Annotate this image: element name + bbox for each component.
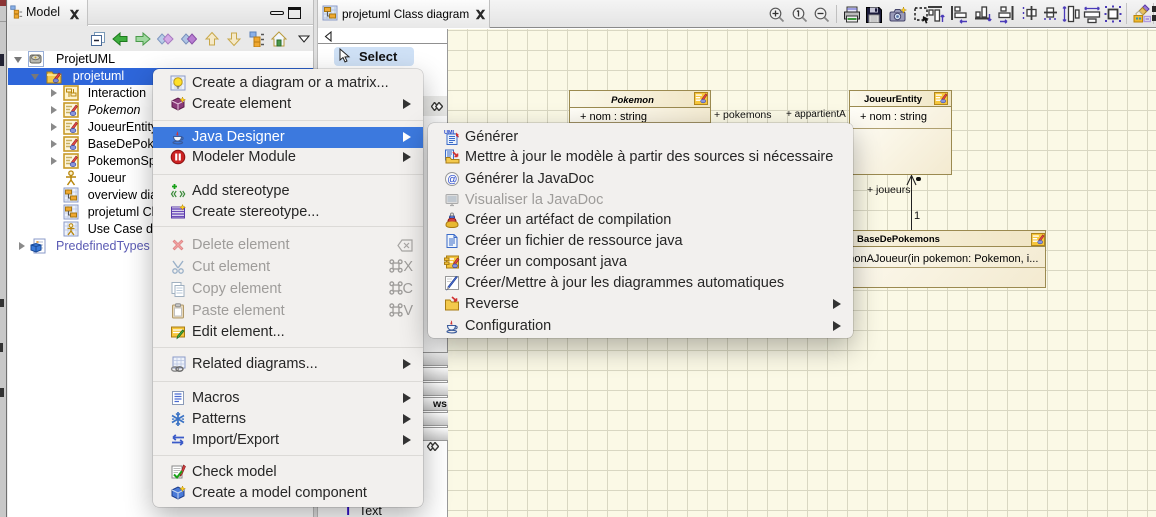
svg-text:@: @	[447, 174, 457, 185]
